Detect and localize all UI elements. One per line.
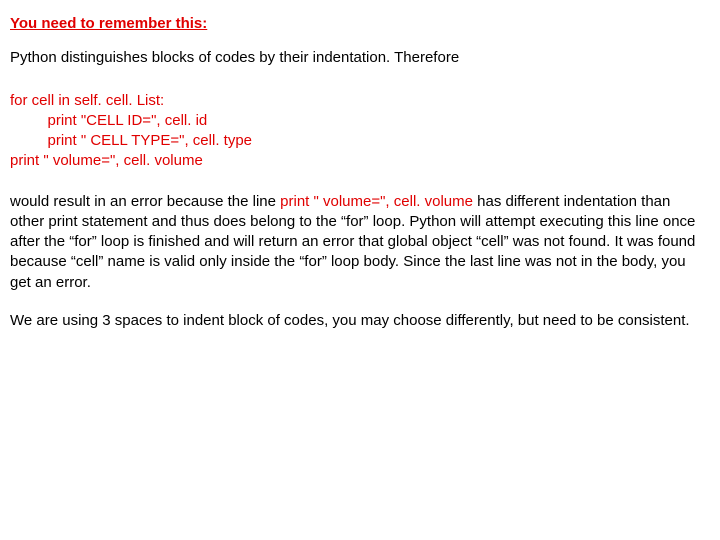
- page-heading: You need to remember this:: [10, 14, 706, 34]
- closing-paragraph: We are using 3 spaces to indent block of…: [10, 311, 706, 331]
- explain-text-before: would result in an error because the lin…: [10, 193, 280, 210]
- explanation-paragraph: would result in an error because the lin…: [10, 192, 706, 293]
- intro-paragraph: Python distinguishes blocks of codes by …: [10, 48, 706, 68]
- inline-code-reference: print " volume=", cell. volume: [280, 193, 473, 210]
- document-page: You need to remember this: Python distin…: [0, 0, 720, 331]
- code-block: for cell in self. cell. List: print "CEL…: [10, 91, 706, 172]
